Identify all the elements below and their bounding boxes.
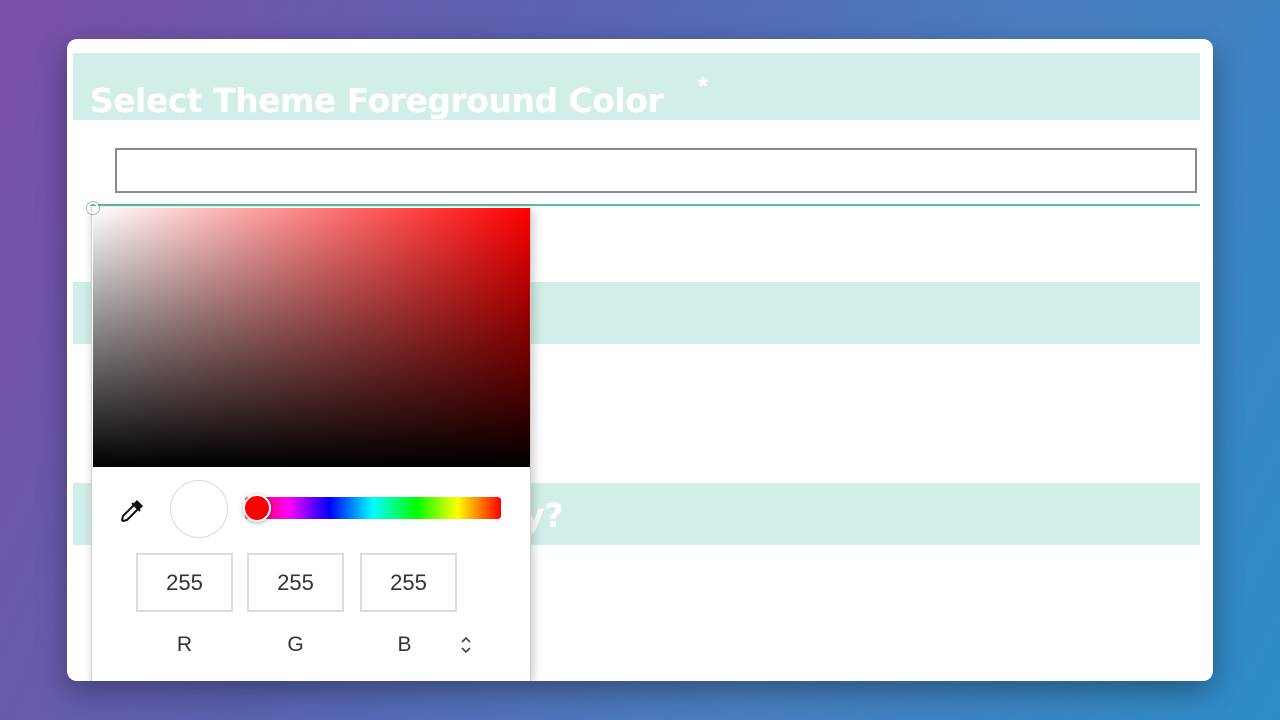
- selected-color-swatch: [170, 480, 228, 538]
- blue-label: B: [397, 633, 412, 656]
- hue-slider-handle[interactable]: [243, 494, 271, 522]
- section-header-foreground-color: Select Theme Foreground Color *: [73, 53, 1200, 120]
- required-marker: *: [698, 71, 709, 101]
- hue-slider[interactable]: [245, 497, 501, 519]
- red-label: R: [176, 633, 193, 656]
- field-underline: [90, 204, 1200, 206]
- green-label: G: [287, 633, 304, 656]
- green-value-input[interactable]: [247, 553, 344, 612]
- saturation-handle[interactable]: [87, 202, 99, 214]
- section-title: Select Theme Foreground Color: [90, 81, 664, 120]
- saturation-area[interactable]: [87, 202, 530, 467]
- color-value-input[interactable]: [115, 148, 1197, 193]
- eyedropper-icon[interactable]: [117, 496, 147, 526]
- red-value-input[interactable]: [136, 553, 233, 612]
- form-card: Select Theme Foreground Color * y? R G B: [67, 39, 1213, 681]
- up-down-chevron-icon[interactable]: [456, 633, 476, 657]
- color-picker-popup: R G B: [87, 202, 531, 681]
- blue-value-input[interactable]: [360, 553, 457, 612]
